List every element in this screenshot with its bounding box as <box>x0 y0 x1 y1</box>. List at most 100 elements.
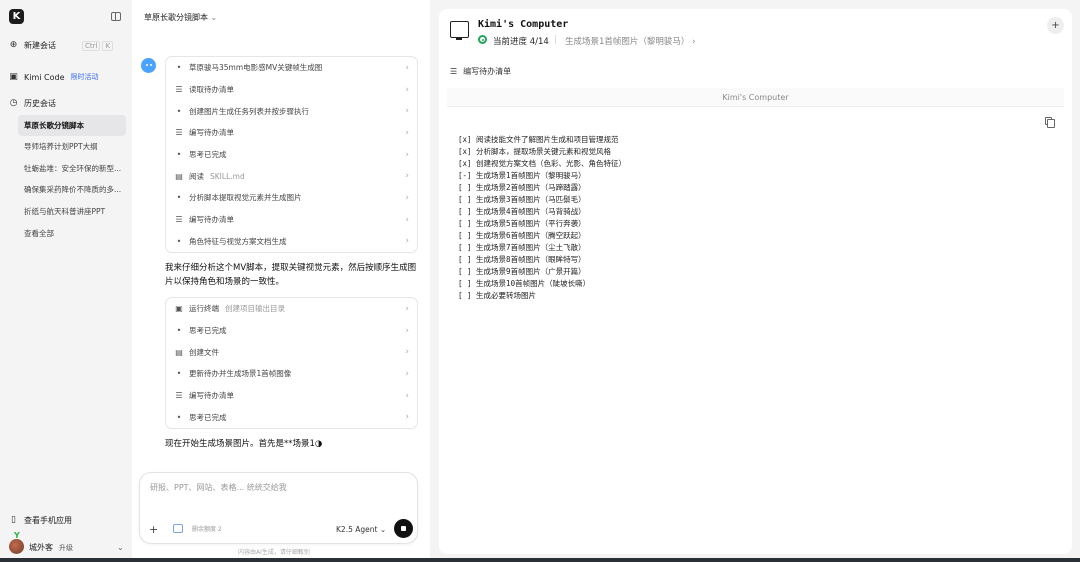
chat-input-box[interactable]: 研报、PPT、网站、表格... 统统交给我 + 删余额度 2 K2.5 Agen… <box>139 472 418 544</box>
chevron-right-icon: › <box>692 37 696 47</box>
chevron-right-icon: › <box>405 303 409 314</box>
chat-title[interactable]: 草原长歌分镜脚本 ⌄ <box>144 12 217 23</box>
panel-title: Kimi's Computer <box>478 19 569 30</box>
todo-item: [x] 分析脚本，提取场景关键元素和视觉风格 <box>458 147 612 156</box>
todo-item: [ ] 生成必要转场图片 <box>458 291 537 300</box>
chevron-right-icon: › <box>405 127 409 138</box>
tool-step[interactable]: • 思考已完成 › <box>166 320 417 342</box>
user-name: 城外客 <box>29 543 53 552</box>
tool-step[interactable]: ☰ 读取待办清单 › <box>166 79 417 101</box>
tool-step-detail: 创建项目输出目录 <box>225 304 285 314</box>
user-row[interactable]: 城外客 升级 ⌄ <box>29 542 124 553</box>
todo-item: [x] 创建视觉方案文档（色彩、光影、角色特征） <box>458 159 627 168</box>
avatar[interactable] <box>9 539 24 554</box>
tool-step[interactable]: ▤ 阅读 SKILL.md › <box>166 165 417 187</box>
stop-button[interactable] <box>394 519 413 538</box>
todo-item: [x] 阅读技能文件了解图片生成和项目管理规范 <box>458 135 619 144</box>
todo-item: [ ] 生成场景5首帧图片（平行奔袭） <box>458 219 586 228</box>
new-chat-button[interactable]: ⊕ 新建会话 Ctrl K <box>9 40 114 51</box>
history-item[interactable]: 草原长歌分镜脚本 <box>18 115 126 136</box>
todo-item: [ ] 生成场景3首帧图片（马匹鬃毛） <box>458 195 586 204</box>
file-icon: ▤ <box>175 171 183 181</box>
image-icon[interactable] <box>173 524 183 533</box>
tool-step[interactable]: • 草原骏马35mm电影感MV关键帧生成图 › <box>166 57 417 79</box>
new-chat-shortcut: Ctrl K <box>80 40 114 51</box>
tool-step[interactable]: ☰ 编写待办清单 › <box>166 385 417 407</box>
tool-step[interactable]: • 更新待办并生成场景1首帧图像 › <box>166 363 417 385</box>
chat-input[interactable]: 研报、PPT、网站、表格... 统统交给我 <box>150 482 287 493</box>
model-selector[interactable]: K2.5 Agent ⌄ <box>336 525 386 534</box>
quota-label: 删余额度 2 <box>192 526 222 533</box>
todo-item: [ ] 生成场景2首帧图片（马蹄踏露） <box>458 183 586 192</box>
view-all-link[interactable]: 查看全部 <box>18 223 126 244</box>
tool-step[interactable]: ▣ 运行终端 创建项目输出目录 › <box>166 298 417 320</box>
computer-icon <box>450 21 469 40</box>
tool-step[interactable]: • 思考已完成 › <box>166 144 417 166</box>
assistant-message: 现在开始生成场景图片。首先是**场景1◑ <box>165 439 323 449</box>
clock-icon: ◷ <box>9 98 18 108</box>
tool-step-label: 创建图片生成任务列表并按步骤执行 <box>189 106 309 116</box>
chevron-right-icon: › <box>405 149 409 160</box>
chevron-right-icon: › <box>405 368 409 379</box>
sidebar: K ⊕ 新建会话 Ctrl K ▣ Kimi Code 限时活动 ◷ 历史会话 草… <box>0 0 132 562</box>
code-icon: ▣ <box>9 71 18 82</box>
inner-window-title: Kimi's Computer <box>447 88 1064 107</box>
taskbar-strip <box>0 558 1080 562</box>
computer-panel: Kimi's Computer 当前进度 4/14 生成场景1首帧图片（黎明骏马… <box>439 9 1072 554</box>
divider <box>555 35 556 44</box>
chevron-right-icon: › <box>405 192 409 203</box>
todo-item: [ ] 生成场景10首帧图片（陡坡长嘶） <box>458 279 591 288</box>
chevron-right-icon: › <box>405 412 409 423</box>
list-icon: ☰ <box>175 128 183 138</box>
todo-item: [ ] 生成场景7首帧图片（尘土飞散） <box>458 243 586 252</box>
history-item[interactable]: 导师培养计划PPT大纲 <box>18 136 126 157</box>
chevron-down-icon: ⌄ <box>210 13 218 22</box>
chevron-down-icon: ⌄ <box>379 525 387 534</box>
bullet-icon: • <box>176 326 182 336</box>
todo-list: [x] 阅读技能文件了解图片生成和项目管理规范 [x] 分析脚本，提取场景关键元素… <box>458 134 626 302</box>
kimi-code-link[interactable]: ▣ Kimi Code 限时活动 <box>9 71 98 82</box>
history-header: ◷ 历史会话 <box>9 98 56 109</box>
phone-icon: ▯ <box>11 515 16 525</box>
kimi-code-label: Kimi Code <box>24 72 65 82</box>
tool-step-label: 更新待办并生成场景1首帧图像 <box>189 369 292 379</box>
tool-step[interactable]: • 分析脚本提取视觉元素并生成图片 › <box>166 187 417 209</box>
progress-label: 当前进度 4/14 <box>493 37 549 47</box>
tool-step[interactable]: ☰ 编写待办清单 › <box>166 209 417 231</box>
tool-step[interactable]: • 思考已完成 › <box>166 406 417 428</box>
terminal-icon: ▣ <box>175 304 183 314</box>
tool-step-label: 分析脚本提取视觉元素并生成图片 <box>189 193 302 203</box>
disclaimer: 内容由AI生成，请仔细甄别 <box>238 549 310 556</box>
new-chat-icon: ⊕ <box>9 40 18 50</box>
tool-step[interactable]: • 创建图片生成任务列表并按步骤执行 › <box>166 100 417 122</box>
tool-step-label: 草原骏马35mm电影感MV关键帧生成图 <box>189 63 323 73</box>
kimi-logo[interactable]: K <box>9 9 24 24</box>
chevron-right-icon: › <box>405 325 409 336</box>
add-attachment-button[interactable]: + <box>149 523 158 536</box>
bullet-icon: • <box>176 63 182 73</box>
current-task-link[interactable]: 生成场景1首帧图片（黎明骏马） › <box>565 35 696 47</box>
chevron-right-icon: › <box>405 171 409 182</box>
chevron-right-icon: › <box>405 214 409 225</box>
panel-expand-button[interactable]: + <box>1047 17 1064 34</box>
file-icon: ▤ <box>175 347 183 357</box>
history-item[interactable]: 确保集采药降价不降质的多... <box>18 179 126 200</box>
tool-step-label: 思考已完成 <box>189 412 227 422</box>
mobile-app-link[interactable]: ▯ 查看手机应用 <box>9 515 72 526</box>
chevron-down-icon[interactable]: ⌄ <box>117 543 124 552</box>
tool-step[interactable]: ☰ 编写待办清单 › <box>166 122 417 144</box>
chevron-right-icon: › <box>405 106 409 117</box>
tool-step[interactable]: • 角色特征与视觉方案文档生成 › <box>166 231 417 253</box>
tool-step[interactable]: ▤ 创建文件 › <box>166 341 417 363</box>
history-item[interactable]: 牡蛎盐堆：安全环保的新型... <box>18 158 126 179</box>
sidebar-collapse-icon[interactable] <box>111 12 121 21</box>
tool-step-label: 思考已完成 <box>189 150 227 160</box>
upgrade-link[interactable]: 升级 <box>59 543 73 553</box>
bullet-icon: • <box>176 236 182 246</box>
copy-icon[interactable] <box>1045 117 1055 128</box>
history-item[interactable]: 折纸与航天科普讲座PPT <box>18 201 126 222</box>
chevron-right-icon: › <box>405 347 409 358</box>
assistant-avatar <box>141 58 156 73</box>
chat-panel: 草原长歌分镜脚本 ⌄ • 草原骏马35mm电影感MV关键帧生成图 › ☰ 读取待办清单 ›… <box>132 0 430 562</box>
chevron-right-icon: › <box>405 62 409 73</box>
